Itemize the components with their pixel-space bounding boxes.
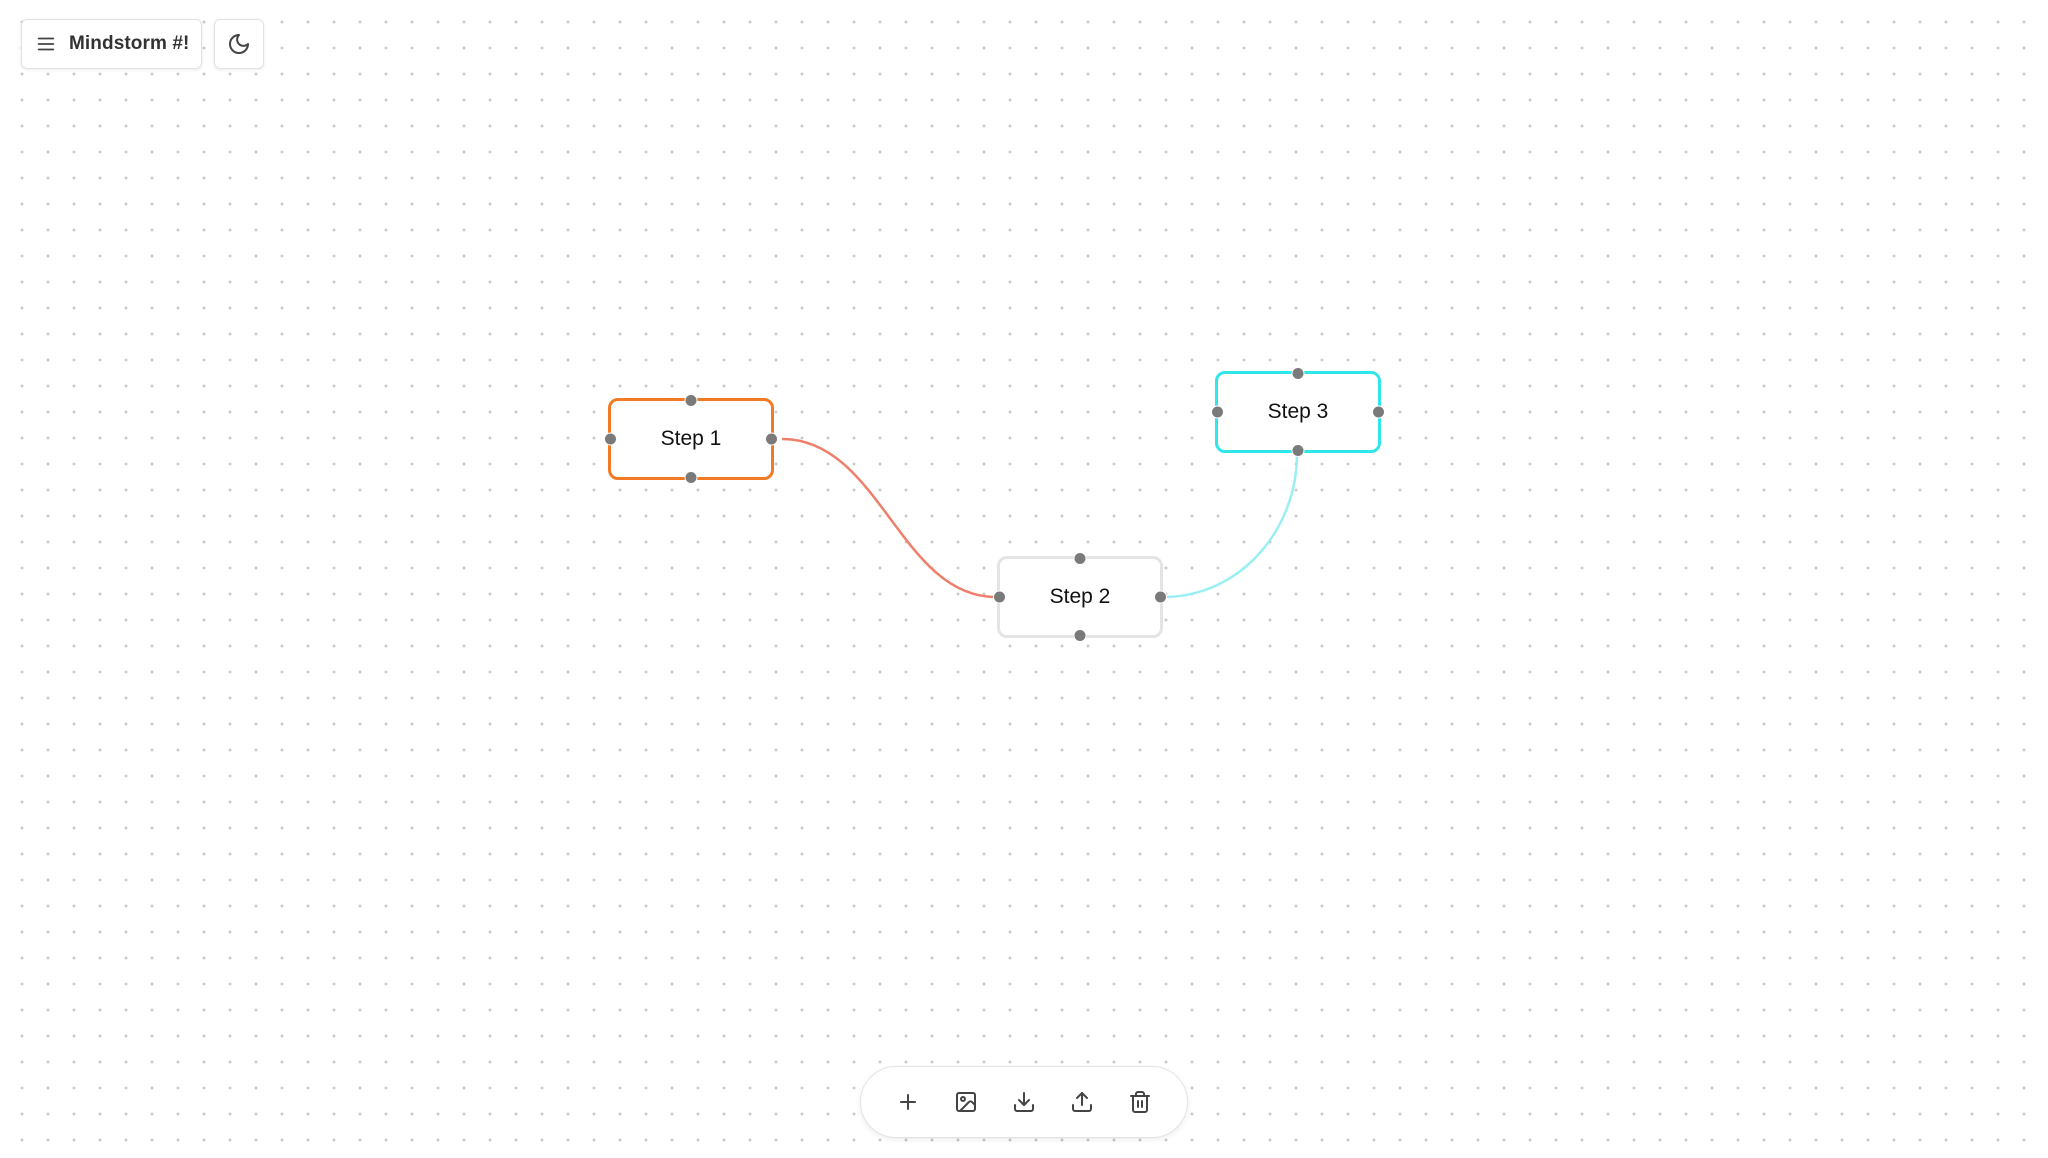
main-menu-button[interactable]: Mindstorm #! bbox=[21, 19, 203, 69]
node-handle-bottom[interactable] bbox=[1073, 629, 1087, 642]
bottom-toolbar bbox=[860, 1066, 1188, 1138]
node-handle-bottom[interactable] bbox=[1291, 444, 1305, 457]
node-handle-right[interactable] bbox=[1372, 405, 1385, 419]
node-handle-top[interactable] bbox=[1073, 552, 1087, 565]
node-label: Step 3 bbox=[1267, 400, 1329, 423]
trash-icon bbox=[1130, 1091, 1150, 1113]
download-icon bbox=[1014, 1092, 1034, 1112]
node-handle-top[interactable] bbox=[684, 394, 698, 407]
node-step-1[interactable]: Step 1 bbox=[604, 394, 778, 484]
node-handle-right[interactable] bbox=[765, 432, 778, 446]
top-bar: Mindstorm #! bbox=[21, 19, 265, 69]
node-label: Step 1 bbox=[660, 427, 722, 450]
image-icon bbox=[956, 1092, 976, 1112]
node-step-2[interactable]: Step 2 bbox=[993, 552, 1167, 642]
node-label: Step 2 bbox=[1049, 585, 1111, 608]
node-handle-left[interactable] bbox=[604, 432, 617, 446]
node-handle-right[interactable] bbox=[1154, 590, 1167, 604]
download-button[interactable] bbox=[1005, 1083, 1043, 1121]
node-handle-bottom[interactable] bbox=[684, 471, 698, 484]
node-handle-top[interactable] bbox=[1291, 367, 1305, 380]
delete-button[interactable] bbox=[1121, 1083, 1159, 1121]
add-node-button[interactable] bbox=[889, 1083, 927, 1121]
theme-toggle-button[interactable] bbox=[214, 19, 265, 69]
hamburger-menu-icon bbox=[37, 37, 55, 51]
node-handle-left[interactable] bbox=[1211, 405, 1224, 419]
node-step-3[interactable]: Step 3 bbox=[1211, 367, 1385, 457]
node-handle-left[interactable] bbox=[993, 590, 1006, 604]
upload-button[interactable] bbox=[1063, 1083, 1101, 1121]
moon-icon bbox=[229, 34, 250, 54]
upload-icon bbox=[1072, 1092, 1092, 1112]
plus-icon bbox=[900, 1094, 916, 1110]
menu-label: Mindstorm #! bbox=[69, 33, 190, 54]
add-image-button[interactable] bbox=[947, 1083, 985, 1121]
